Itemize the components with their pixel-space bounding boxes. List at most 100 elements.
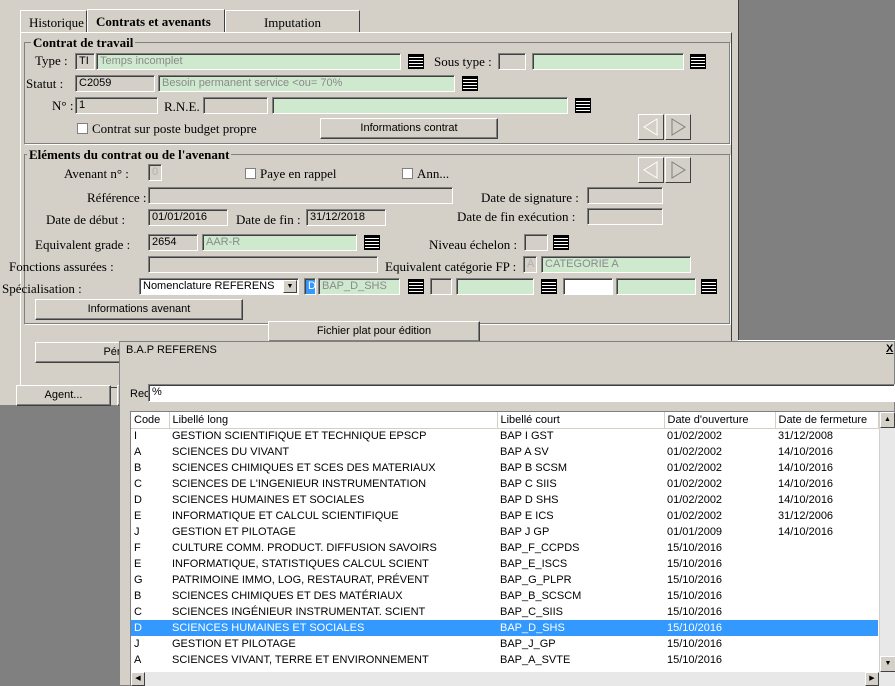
close-icon[interactable]: X: [886, 343, 893, 355]
column-header[interactable]: Libellé court: [497, 412, 665, 429]
scroll-down-icon[interactable]: ▼: [880, 656, 895, 672]
cat-value-field[interactable]: CATEGORIE A: [541, 256, 691, 273]
arrow-right-icon: [671, 161, 686, 179]
table-row[interactable]: E INFORMATIQUE, STATISTIQUES CALCUL SCIEN…: [131, 556, 878, 572]
reference-field[interactable]: [148, 187, 453, 204]
table-row[interactable]: J GESTION ET PILOTAGE BAP_J_GP 15/10/2016: [131, 636, 878, 652]
fin-field[interactable]: 31/12/2018: [306, 209, 386, 226]
fin-exec-field[interactable]: [587, 208, 663, 225]
table-row[interactable]: F CULTURE COMM. PRODUCT. DIFFUSION SAVOIR…: [131, 540, 878, 556]
table-cell: BAP E ICS: [500, 510, 554, 522]
table-row[interactable]: C SCIENCES DE L'INGENIEUR INSTRUMENTATION…: [131, 476, 878, 492]
cat-code-field[interactable]: A: [523, 256, 537, 273]
prev-avenant-button[interactable]: [638, 157, 664, 183]
table-row[interactable]: B SCIENCES CHIMIQUES ET DES MATÉRIAUX BAP_…: [131, 588, 878, 604]
search-input[interactable]: %: [148, 384, 895, 402]
statut-list-icon[interactable]: [462, 76, 478, 91]
info-avenant-button[interactable]: Informations avenant: [35, 299, 243, 320]
ann-checkbox[interactable]: Ann...: [402, 166, 449, 182]
peri-button[interactable]: Péri: [35, 342, 130, 363]
sous-type-list-icon[interactable]: [690, 54, 706, 69]
rne-value-field[interactable]: [272, 97, 568, 114]
next-avenant-button[interactable]: [665, 157, 691, 183]
table-row[interactable]: I GESTION SCIENTIFIQUE ET TECHNIQUE EPSCP…: [131, 428, 878, 444]
scroll-up-icon[interactable]: ▲: [880, 412, 895, 428]
scroll-right-icon[interactable]: ▶: [865, 672, 879, 686]
table-cell: BAP J GP: [500, 526, 550, 538]
spec-extra2-code-field[interactable]: [563, 278, 613, 295]
table-row[interactable]: E INFORMATIQUE ET CALCUL SCIENTIFIQUE BAP …: [131, 508, 878, 524]
fonctions-field[interactable]: [148, 256, 378, 273]
table-cell: F: [134, 542, 141, 554]
grade-list-icon[interactable]: [364, 235, 380, 250]
avenant-field[interactable]: 0: [148, 164, 162, 181]
grade-value-field[interactable]: AAR-R: [202, 234, 357, 251]
table-cell: C: [134, 478, 142, 490]
rne-list-icon[interactable]: [575, 98, 591, 113]
sous-type-value-field[interactable]: [532, 53, 684, 70]
table-row[interactable]: G PATRIMOINE IMMO, LOG, RESTAURAT, PRÉVEN…: [131, 572, 878, 588]
spec-extra-code-field[interactable]: [430, 278, 452, 295]
prev-contrat-button[interactable]: [638, 114, 664, 140]
tab-contrats[interactable]: Contrats et avenants: [87, 9, 225, 33]
vertical-scrollbar[interactable]: ▲ ▼: [879, 412, 895, 672]
table-cell: 15/10/2016: [664, 620, 775, 636]
info-contrat-button[interactable]: Informations contrat: [320, 118, 498, 139]
spec-extra2-list-icon[interactable]: [701, 279, 717, 294]
table-cell: PATRIMOINE IMMO, LOG, RESTAURAT, PRÉVENT: [172, 574, 430, 586]
rne-code-field[interactable]: [203, 97, 268, 114]
table-row[interactable]: D SCIENCES HUMAINES ET SOCIALES BAP_D_SHS 1…: [131, 620, 878, 636]
budget-check-icon[interactable]: [77, 123, 88, 134]
table-cell: SCIENCES DE L'INGENIEUR INSTRUMENTATION: [172, 478, 427, 490]
echelon-field[interactable]: [524, 234, 548, 251]
type-value-field[interactable]: Temps incomplet: [96, 53, 401, 70]
statut-code-field[interactable]: C2059: [75, 75, 155, 92]
spec-select[interactable]: Nomenclature REFERENS: [139, 278, 299, 295]
fin-label: Date de fin :: [236, 212, 301, 227]
table-row[interactable]: C SCIENCES INGÉNIEUR INSTRUMENTAT. SCIENT…: [131, 604, 878, 620]
horizontal-scrollbar[interactable]: ◀ ▶: [131, 672, 895, 686]
grade-label: Equivalent grade :: [35, 237, 131, 252]
table-row[interactable]: A SCIENCES VIVANT, TERRE ET ENVIRONNEMENT…: [131, 652, 878, 668]
spec-extra2-value-field[interactable]: [616, 278, 696, 295]
table-cell: BAP A SV: [500, 446, 549, 458]
table-cell: 01/02/2002: [667, 446, 723, 458]
spec-code-field[interactable]: D: [304, 278, 316, 295]
echelon-list-icon[interactable]: [553, 235, 569, 250]
table-row[interactable]: D SCIENCES HUMAINES ET SOCIALES BAP D SHS 0…: [131, 492, 878, 508]
spec-extra-list-icon[interactable]: [541, 279, 557, 294]
right-panel: [738, 0, 895, 340]
ann-check-icon[interactable]: [402, 168, 413, 179]
table-cell: 15/10/2016: [667, 590, 723, 602]
signature-field[interactable]: [587, 187, 663, 204]
column-header[interactable]: Date de fermeture: [775, 412, 879, 429]
table-row[interactable]: A SCIENCES DU VIVANT BAP A SV 01/02/2002 14/…: [131, 444, 878, 460]
spec-short-field[interactable]: BAP_D_SHS: [318, 278, 400, 295]
sous-type-code-field[interactable]: [498, 53, 526, 70]
paye-checkbox[interactable]: Paye en rappel: [245, 166, 337, 182]
type-code-field[interactable]: TI: [75, 53, 95, 70]
chevron-down-icon[interactable]: ▼: [283, 280, 297, 293]
next-contrat-button[interactable]: [665, 114, 691, 140]
agent-button[interactable]: Agent...: [16, 385, 111, 406]
scroll-left-icon[interactable]: ◀: [131, 672, 145, 686]
tab-historique[interactable]: Historique: [20, 10, 87, 32]
tab-imputation[interactable]: Imputation: [225, 10, 360, 32]
table-row[interactable]: J GESTION ET PILOTAGE BAP J GP 01/01/2009 14…: [131, 524, 878, 540]
column-header[interactable]: Code: [131, 412, 170, 429]
table-cell: [775, 620, 878, 636]
type-list-icon[interactable]: [408, 54, 424, 69]
grade-code-field[interactable]: 2654: [148, 234, 198, 251]
fichier-plat-button[interactable]: Fichier plat pour édition: [268, 321, 480, 342]
budget-checkbox[interactable]: Contrat sur poste budget propre: [77, 121, 257, 137]
column-header[interactable]: Libellé long: [169, 412, 498, 429]
no-field[interactable]: 1: [75, 97, 158, 114]
debut-field[interactable]: 01/01/2016: [148, 209, 228, 226]
spec-list-icon[interactable]: [408, 279, 424, 294]
statut-value-field[interactable]: Besoin permanent service <ou= 70%: [158, 75, 455, 92]
paye-check-icon[interactable]: [245, 168, 256, 179]
spec-extra-value-field[interactable]: [456, 278, 534, 295]
table-cell: 01/01/2009: [667, 526, 723, 538]
table-row[interactable]: B SCIENCES CHIMIQUES ET SCES DES MATERIAU…: [131, 460, 878, 476]
column-header[interactable]: Date d'ouverture: [664, 412, 776, 429]
